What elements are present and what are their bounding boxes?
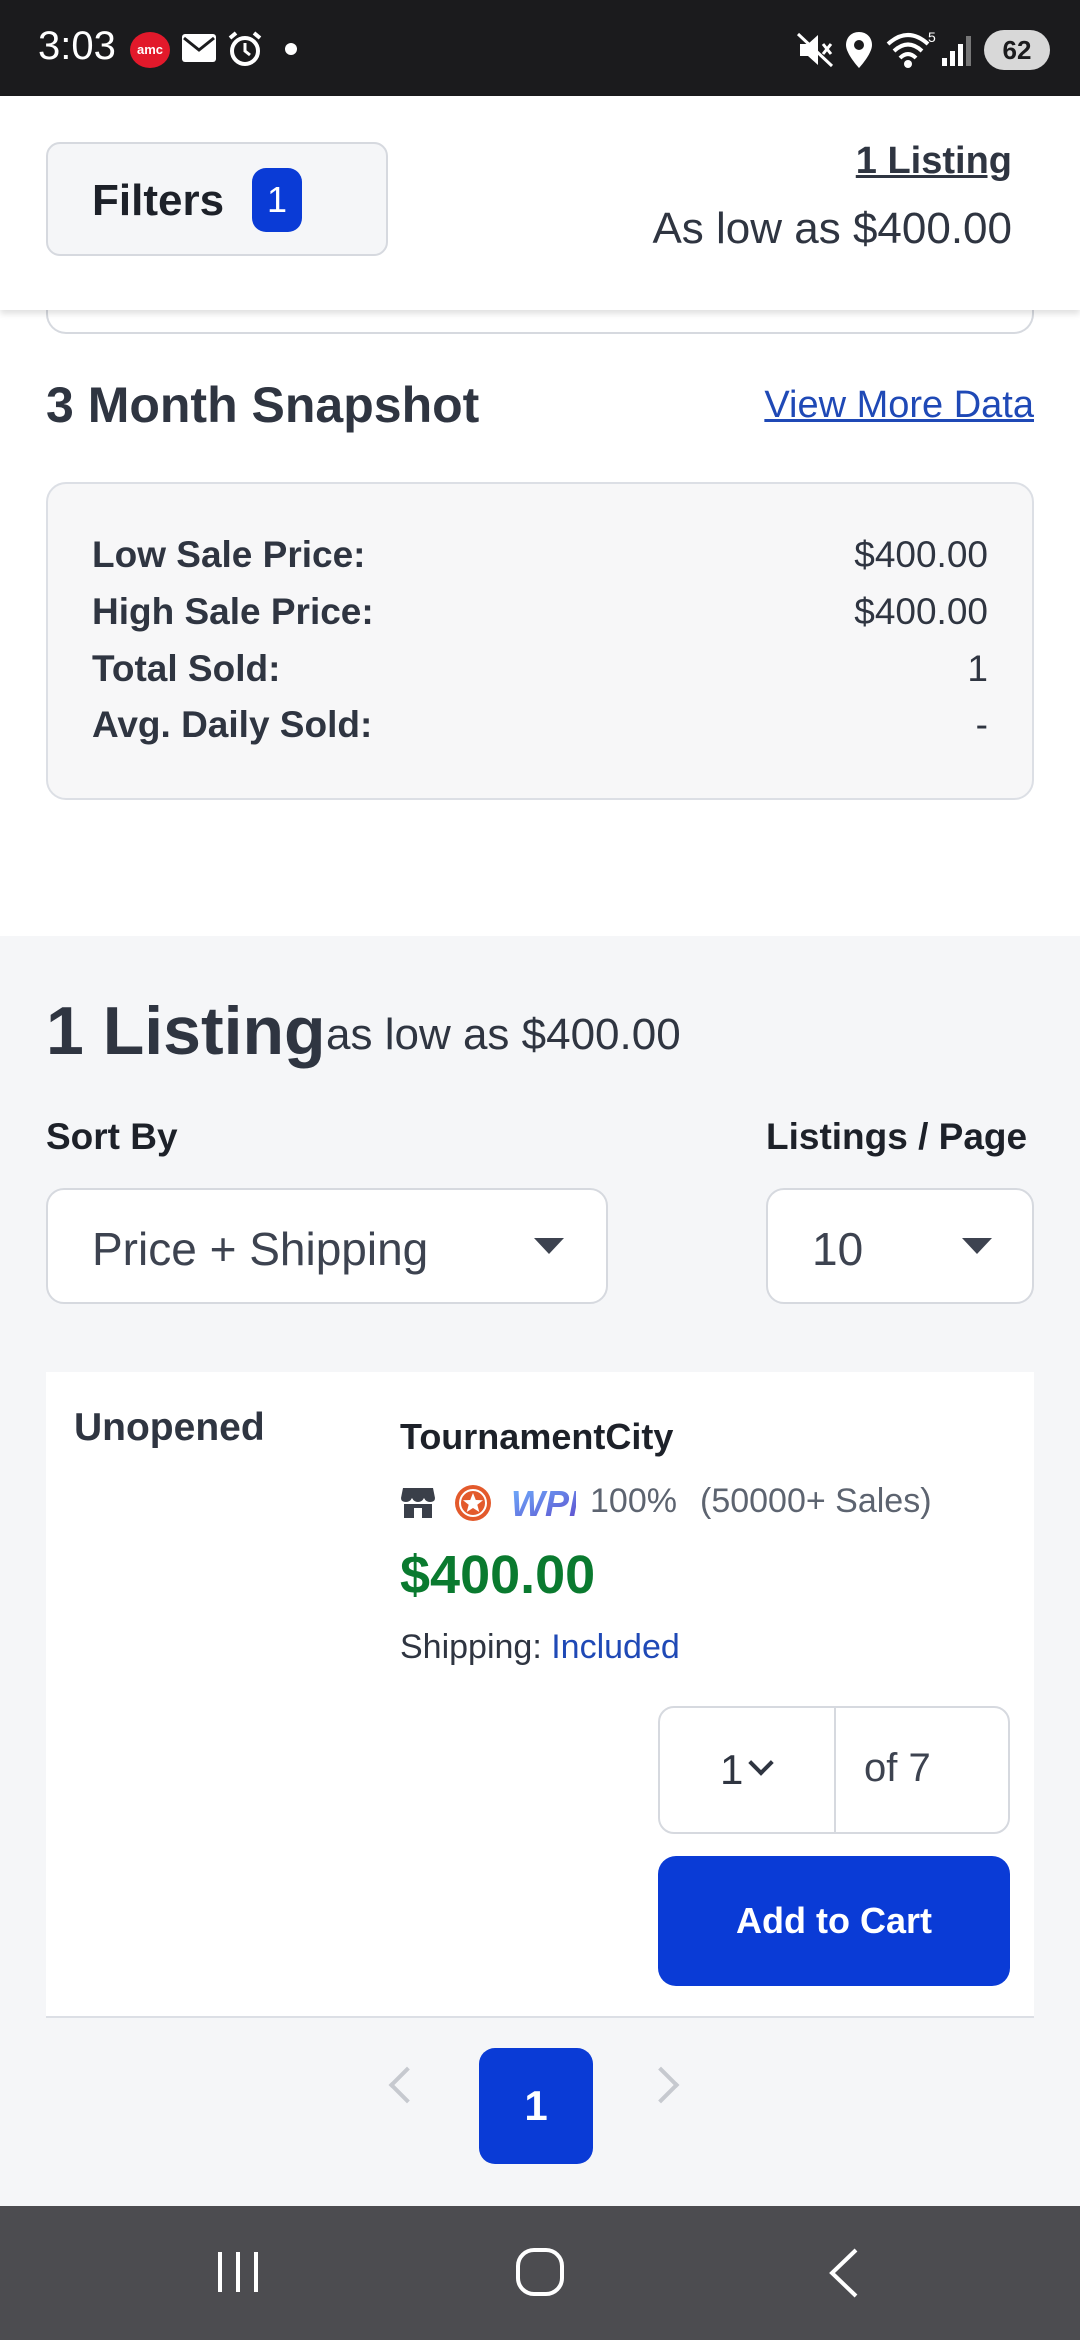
wifi-icon: 5 [886,30,936,68]
snapshot-value: 1 [967,648,988,689]
snapshot-value: - [975,704,988,745]
snapshot-row-low: Low Sale Price: $400.00 [92,534,988,576]
snapshot-label: High Sale Price: [92,591,374,632]
caret-down-icon [962,1238,992,1254]
quantity-value: 1 [720,1746,744,1793]
status-bar: 3:03 amc 5 62 [0,0,1080,96]
lowest-price-summary: As low as $400.00 [652,204,1012,253]
recent-apps-icon[interactable] [214,2248,264,2296]
system-navigation-bar [0,2206,1080,2340]
snapshot-label: Avg. Daily Sold: [92,704,373,745]
location-icon [846,32,872,68]
snapshot-row-daily: Avg. Daily Sold: - [92,704,988,746]
filters-label: Filters [92,176,225,225]
snapshot-row-high: High Sale Price: $400.00 [92,591,988,633]
filters-count-badge: 1 [252,168,302,232]
snapshot-value: $400.00 [854,534,988,575]
snapshot-label: Total Sold: [92,648,281,689]
page-number-current[interactable]: 1 [479,2048,593,2164]
amc-app-icon: amc [130,32,170,68]
seller-sales-count: (50000+ Sales) [700,1482,932,1520]
listings-low-price: as low as $400.00 [326,1010,681,1059]
sort-by-select[interactable]: Price + Shipping [46,1188,608,1304]
view-more-data-link[interactable]: View More Data [764,384,1034,427]
caret-down-icon [534,1238,564,1254]
quantity-available: of 7 [864,1746,931,1790]
wpn-badge-icon: WPN [511,1483,576,1524]
shipping-info: Shipping: Included [400,1628,680,1667]
battery-icon: 62 [984,30,1050,70]
add-to-cart-button[interactable]: Add to Cart [658,1856,1010,1986]
home-icon[interactable] [514,2246,566,2298]
page-header: Filters 1 1 Listing As low as $400.00 [0,96,1080,310]
mute-icon [796,32,834,68]
filters-button[interactable]: Filters 1 [46,142,388,256]
per-page-value: 10 [812,1223,864,1275]
listing-count-link[interactable]: 1 Listing [856,140,1012,183]
sort-by-value: Price + Shipping [92,1223,429,1275]
svg-text:WPN: WPN [511,1483,576,1524]
snapshot-row-total: Total Sold: 1 [92,648,988,690]
shipping-value: Included [551,1628,680,1666]
quantity-selector[interactable]: 1 of 7 [658,1706,1010,1834]
shipping-label: Shipping: [400,1628,542,1666]
sort-by-label: Sort By [46,1116,178,1157]
listing-price: $400.00 [400,1545,596,1605]
signal-icon [942,36,971,66]
chevron-down-icon [748,1750,774,1776]
mail-icon [182,34,216,62]
seller-name-link[interactable]: TournamentCity [400,1416,673,1458]
storefront-icon [401,1488,435,1518]
listing-condition: Unopened [74,1406,265,1449]
quantity-divider [834,1708,836,1832]
previous-page-icon[interactable] [388,2066,426,2104]
listing-card: Unopened TournamentCity WPN [46,1372,1034,2018]
dot-icon [285,43,297,55]
gold-star-seller-icon [455,1485,491,1521]
next-page-icon[interactable] [642,2066,680,2104]
listings-per-page-label: Listings / Page [766,1116,1028,1157]
snapshot-panel: Low Sale Price: $400.00 High Sale Price:… [46,482,1034,800]
seller-rating: 100% [590,1482,677,1520]
listings-per-page-select[interactable]: 10 [766,1188,1034,1304]
alarm-icon [228,31,262,66]
listings-count-heading: 1 Listing [46,993,326,1069]
snapshot-value: $400.00 [854,591,988,632]
snapshot-title: 3 Month Snapshot [46,377,480,433]
listings-section: 1 Listing as low as $400.00 Sort By List… [0,936,1080,2206]
svg-text:5: 5 [928,30,936,45]
snapshot-label: Low Sale Price: [92,534,366,575]
status-time: 3:03 [38,24,116,68]
back-icon[interactable] [826,2246,862,2300]
